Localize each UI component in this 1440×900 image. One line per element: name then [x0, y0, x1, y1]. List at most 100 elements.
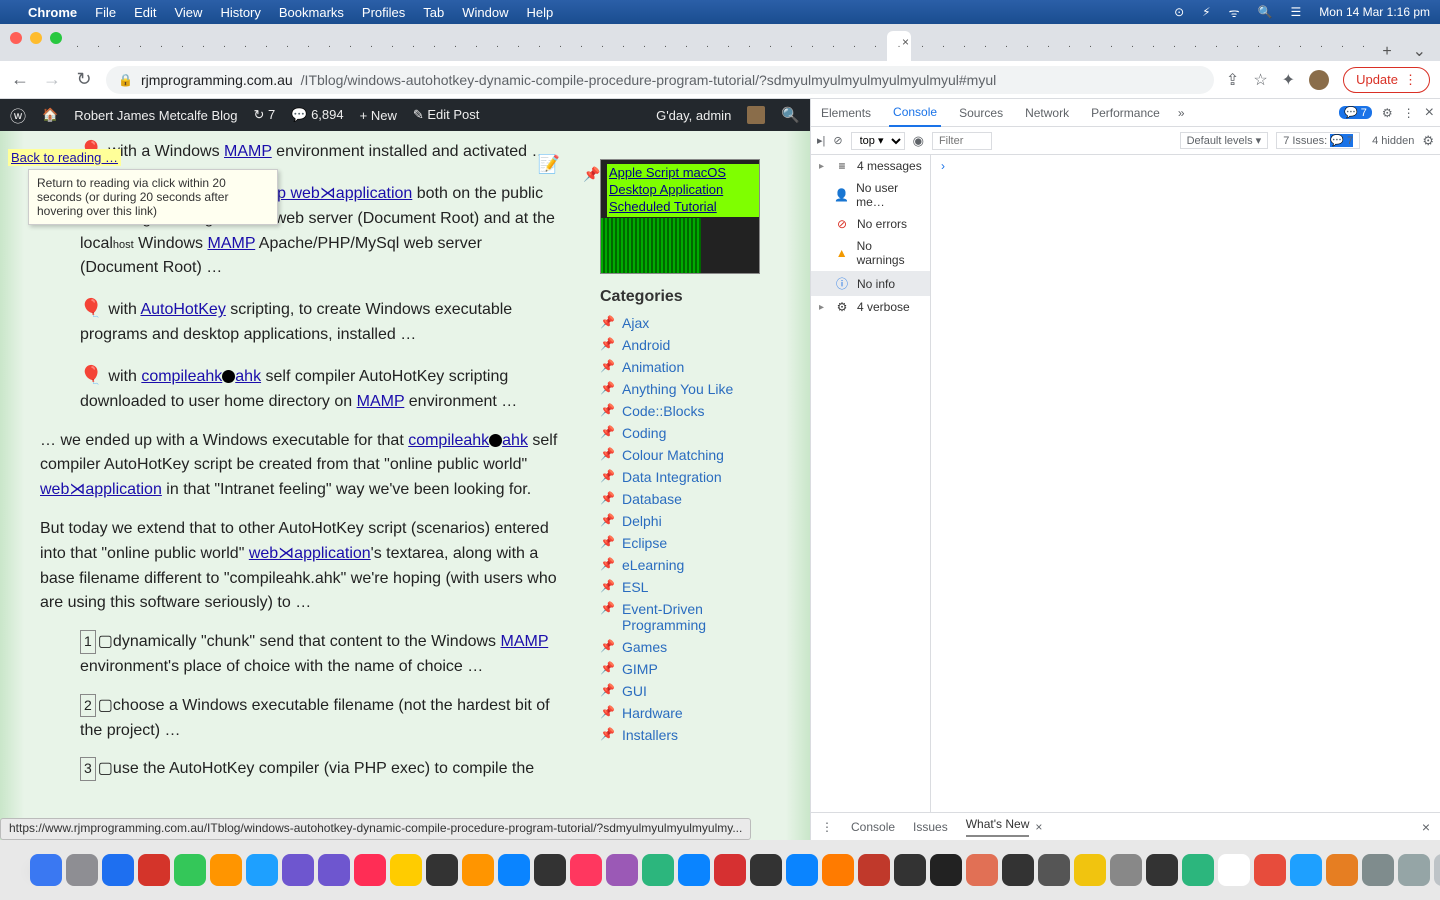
wifi-icon[interactable]: ᯤ	[1229, 4, 1240, 21]
tab-performance[interactable]: Performance	[1087, 100, 1164, 126]
close-drawer-button[interactable]: ×	[1422, 819, 1430, 835]
browser-tab[interactable]: ·	[719, 31, 738, 61]
clear-console-icon[interactable]: ⊘	[833, 134, 842, 147]
dock-app[interactable]	[534, 854, 566, 886]
browser-tab[interactable]: ·	[488, 31, 507, 61]
category-link[interactable]: GUI	[622, 683, 647, 699]
dock-app[interactable]	[786, 854, 818, 886]
category-link[interactable]: Anything You Like	[622, 381, 733, 397]
category-link[interactable]: Event-Driven Programming	[622, 601, 706, 633]
dock-app[interactable]	[1218, 854, 1250, 886]
console-filter-row[interactable]: ⓘNo info	[811, 271, 930, 296]
note-icon[interactable]: 📝	[538, 154, 560, 175]
console-filter-row[interactable]: ▲No warnings	[811, 235, 930, 271]
browser-tab[interactable]: ·	[1312, 31, 1331, 61]
log-levels-select[interactable]: Default levels ▾	[1180, 132, 1269, 149]
new-content-button[interactable]: + New	[360, 108, 397, 123]
menu-window[interactable]: Window	[462, 5, 508, 20]
browser-tab[interactable]: ·	[677, 31, 696, 61]
browser-tab[interactable]: ·	[1018, 31, 1037, 61]
dock-app[interactable]	[282, 854, 314, 886]
browser-tab[interactable]: ·	[1333, 31, 1352, 61]
category-link[interactable]: Colour Matching	[622, 447, 724, 463]
web-app-link[interactable]: web⋊application	[40, 481, 162, 498]
menu-file[interactable]: File	[95, 5, 116, 20]
back-button[interactable]: ←	[10, 69, 30, 90]
dock-app[interactable]	[1434, 854, 1440, 886]
spotlight-icon[interactable]: 🔍	[1258, 5, 1273, 19]
dock-app[interactable]	[1038, 854, 1070, 886]
browser-tab[interactable]: ·	[1249, 31, 1268, 61]
browser-tab[interactable]: ·	[913, 31, 932, 61]
menu-bookmarks[interactable]: Bookmarks	[279, 5, 344, 20]
category-link[interactable]: Code::Blocks	[622, 403, 704, 419]
category-link[interactable]: Coding	[622, 425, 666, 441]
dock-app[interactable]	[102, 854, 134, 886]
dock-app[interactable]	[1146, 854, 1178, 886]
browser-tab[interactable]: ·	[467, 31, 486, 61]
updates-icon[interactable]: ↻ 7	[254, 107, 276, 123]
browser-tab[interactable]: ·	[1144, 31, 1163, 61]
category-link[interactable]: GIMP	[622, 661, 658, 677]
browser-tab[interactable]: ·	[341, 31, 360, 61]
app-name[interactable]: Chrome	[28, 5, 77, 20]
mamp-link[interactable]: MAMP	[224, 143, 272, 160]
menu-tab[interactable]: Tab	[423, 5, 444, 20]
menu-view[interactable]: View	[174, 5, 202, 20]
browser-tab[interactable]: ·	[997, 31, 1016, 61]
browser-tab[interactable]: ·	[1270, 31, 1289, 61]
dock-app[interactable]	[426, 854, 458, 886]
zoom-window-button[interactable]	[50, 32, 62, 44]
filter-input[interactable]	[932, 132, 992, 150]
issues-count[interactable]: 7 Issues: 💬 7	[1276, 132, 1360, 149]
dock-app[interactable]	[1074, 854, 1106, 886]
dock-app[interactable]	[1362, 854, 1394, 886]
user-avatar[interactable]	[747, 106, 765, 124]
recent-post-thumb[interactable]: 📌 Apple Script macOS Desktop Application…	[600, 159, 760, 274]
browser-tab[interactable]: ·	[866, 31, 885, 61]
close-devtools-button[interactable]: ×	[1425, 104, 1434, 122]
category-link[interactable]: Database	[622, 491, 682, 507]
dock-app[interactable]	[822, 854, 854, 886]
browser-tab[interactable]: ·	[976, 31, 995, 61]
browser-tab[interactable]: ·	[1165, 31, 1184, 61]
browser-tab[interactable]: ·	[845, 31, 864, 61]
browser-tab[interactable]: ·	[635, 31, 654, 61]
console-filter-row[interactable]: 👤No user me…	[811, 177, 930, 213]
web-app-link[interactable]: web⋊application	[249, 545, 371, 562]
dock-app[interactable]	[894, 854, 926, 886]
console-filter-row[interactable]: ▸≡4 messages	[811, 155, 930, 177]
menu-help[interactable]: Help	[527, 5, 554, 20]
drawer-console[interactable]: Console	[851, 820, 895, 834]
tab-network[interactable]: Network	[1021, 100, 1073, 126]
drawer-whats-new[interactable]: What's New	[966, 817, 1030, 837]
browser-tab[interactable]: ·	[68, 31, 87, 61]
browser-tab[interactable]: ·	[257, 31, 276, 61]
browser-tab[interactable]: ·	[509, 31, 528, 61]
comments-icon[interactable]: 💬 6,894	[291, 107, 343, 123]
browser-tab[interactable]: ·	[593, 31, 612, 61]
minimize-window-button[interactable]	[30, 32, 42, 44]
browser-tab[interactable]: ·	[362, 31, 381, 61]
browser-tab[interactable]: ·	[152, 31, 171, 61]
browser-tab[interactable]: ·	[1102, 31, 1121, 61]
dock-app[interactable]	[1326, 854, 1358, 886]
more-tabs-icon[interactable]: »	[1178, 106, 1185, 120]
autohotkey-link[interactable]: AutoHotKey	[140, 301, 225, 318]
dock-app[interactable]	[210, 854, 242, 886]
category-link[interactable]: ESL	[622, 579, 648, 595]
dock-app[interactable]	[138, 854, 170, 886]
dock-app[interactable]	[930, 854, 962, 886]
dock-app[interactable]	[750, 854, 782, 886]
edit-post-button[interactable]: ✎ Edit Post	[413, 107, 480, 123]
category-link[interactable]: Animation	[622, 359, 684, 375]
category-link[interactable]: Android	[622, 337, 670, 353]
mamp-link[interactable]: MAMP	[500, 633, 548, 650]
tab-elements[interactable]: Elements	[817, 100, 875, 126]
browser-tab[interactable]: ·	[1228, 31, 1247, 61]
menu-history[interactable]: History	[220, 5, 260, 20]
browser-tab[interactable]: ·	[782, 31, 801, 61]
browser-tab[interactable]: ·	[1291, 31, 1310, 61]
dock-app[interactable]	[642, 854, 674, 886]
browser-tab[interactable]: ·	[698, 31, 717, 61]
